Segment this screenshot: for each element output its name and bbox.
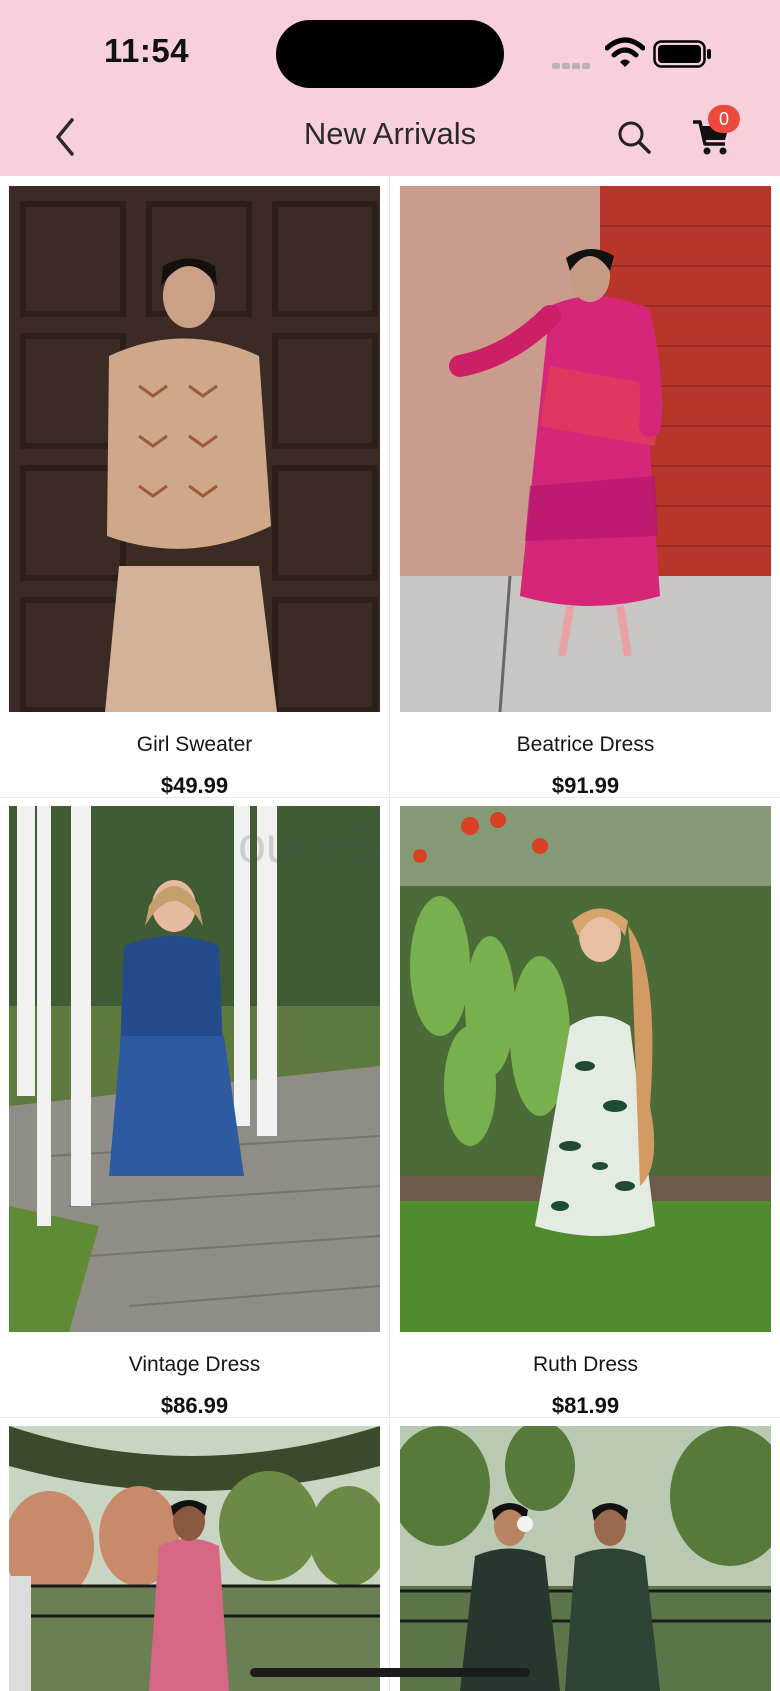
product-card[interactable]: Vintage Dress $86.99: [9, 806, 380, 1418]
product-card[interactable]: [9, 1426, 380, 1691]
product-card[interactable]: [400, 1426, 771, 1691]
product-price: $81.99: [551, 1393, 620, 1418]
wifi-icon: [605, 37, 645, 67]
column-divider: [389, 176, 390, 1691]
search-icon[interactable]: [614, 117, 654, 157]
product-name: Beatrice Dress: [516, 733, 655, 756]
product-price: $91.99: [551, 773, 620, 798]
cart-count-badge: 0: [708, 105, 740, 133]
product-image: [9, 806, 380, 1332]
product-image: [9, 186, 380, 712]
status-time: 11:54: [104, 32, 190, 69]
product-name: Ruth Dress: [532, 1353, 639, 1376]
product-grid: Girl Sweater $49.99 Beatrice Dress $91.9…: [0, 176, 780, 1691]
product-image: [400, 1426, 771, 1691]
dynamic-island: [276, 20, 504, 88]
product-name: Vintage Dress: [128, 1353, 261, 1376]
home-indicator[interactable]: [250, 1668, 530, 1677]
watermark-text: ourieS: [238, 817, 383, 873]
battery-icon: [653, 40, 711, 68]
page-title: New Arrivals: [303, 116, 477, 151]
product-image: [400, 186, 771, 712]
app-header: 11:54 New Arrivals 0: [0, 0, 780, 176]
product-image: [9, 1426, 380, 1691]
product-name: Girl Sweater: [136, 733, 253, 756]
product-image: [400, 806, 771, 1332]
product-card[interactable]: Ruth Dress $81.99: [400, 806, 771, 1418]
product-price: $86.99: [160, 1393, 229, 1418]
product-card[interactable]: Girl Sweater $49.99: [9, 186, 380, 798]
product-price: $49.99: [160, 773, 229, 798]
signal-icon: [552, 56, 592, 74]
product-card[interactable]: Beatrice Dress $91.99: [400, 186, 771, 798]
